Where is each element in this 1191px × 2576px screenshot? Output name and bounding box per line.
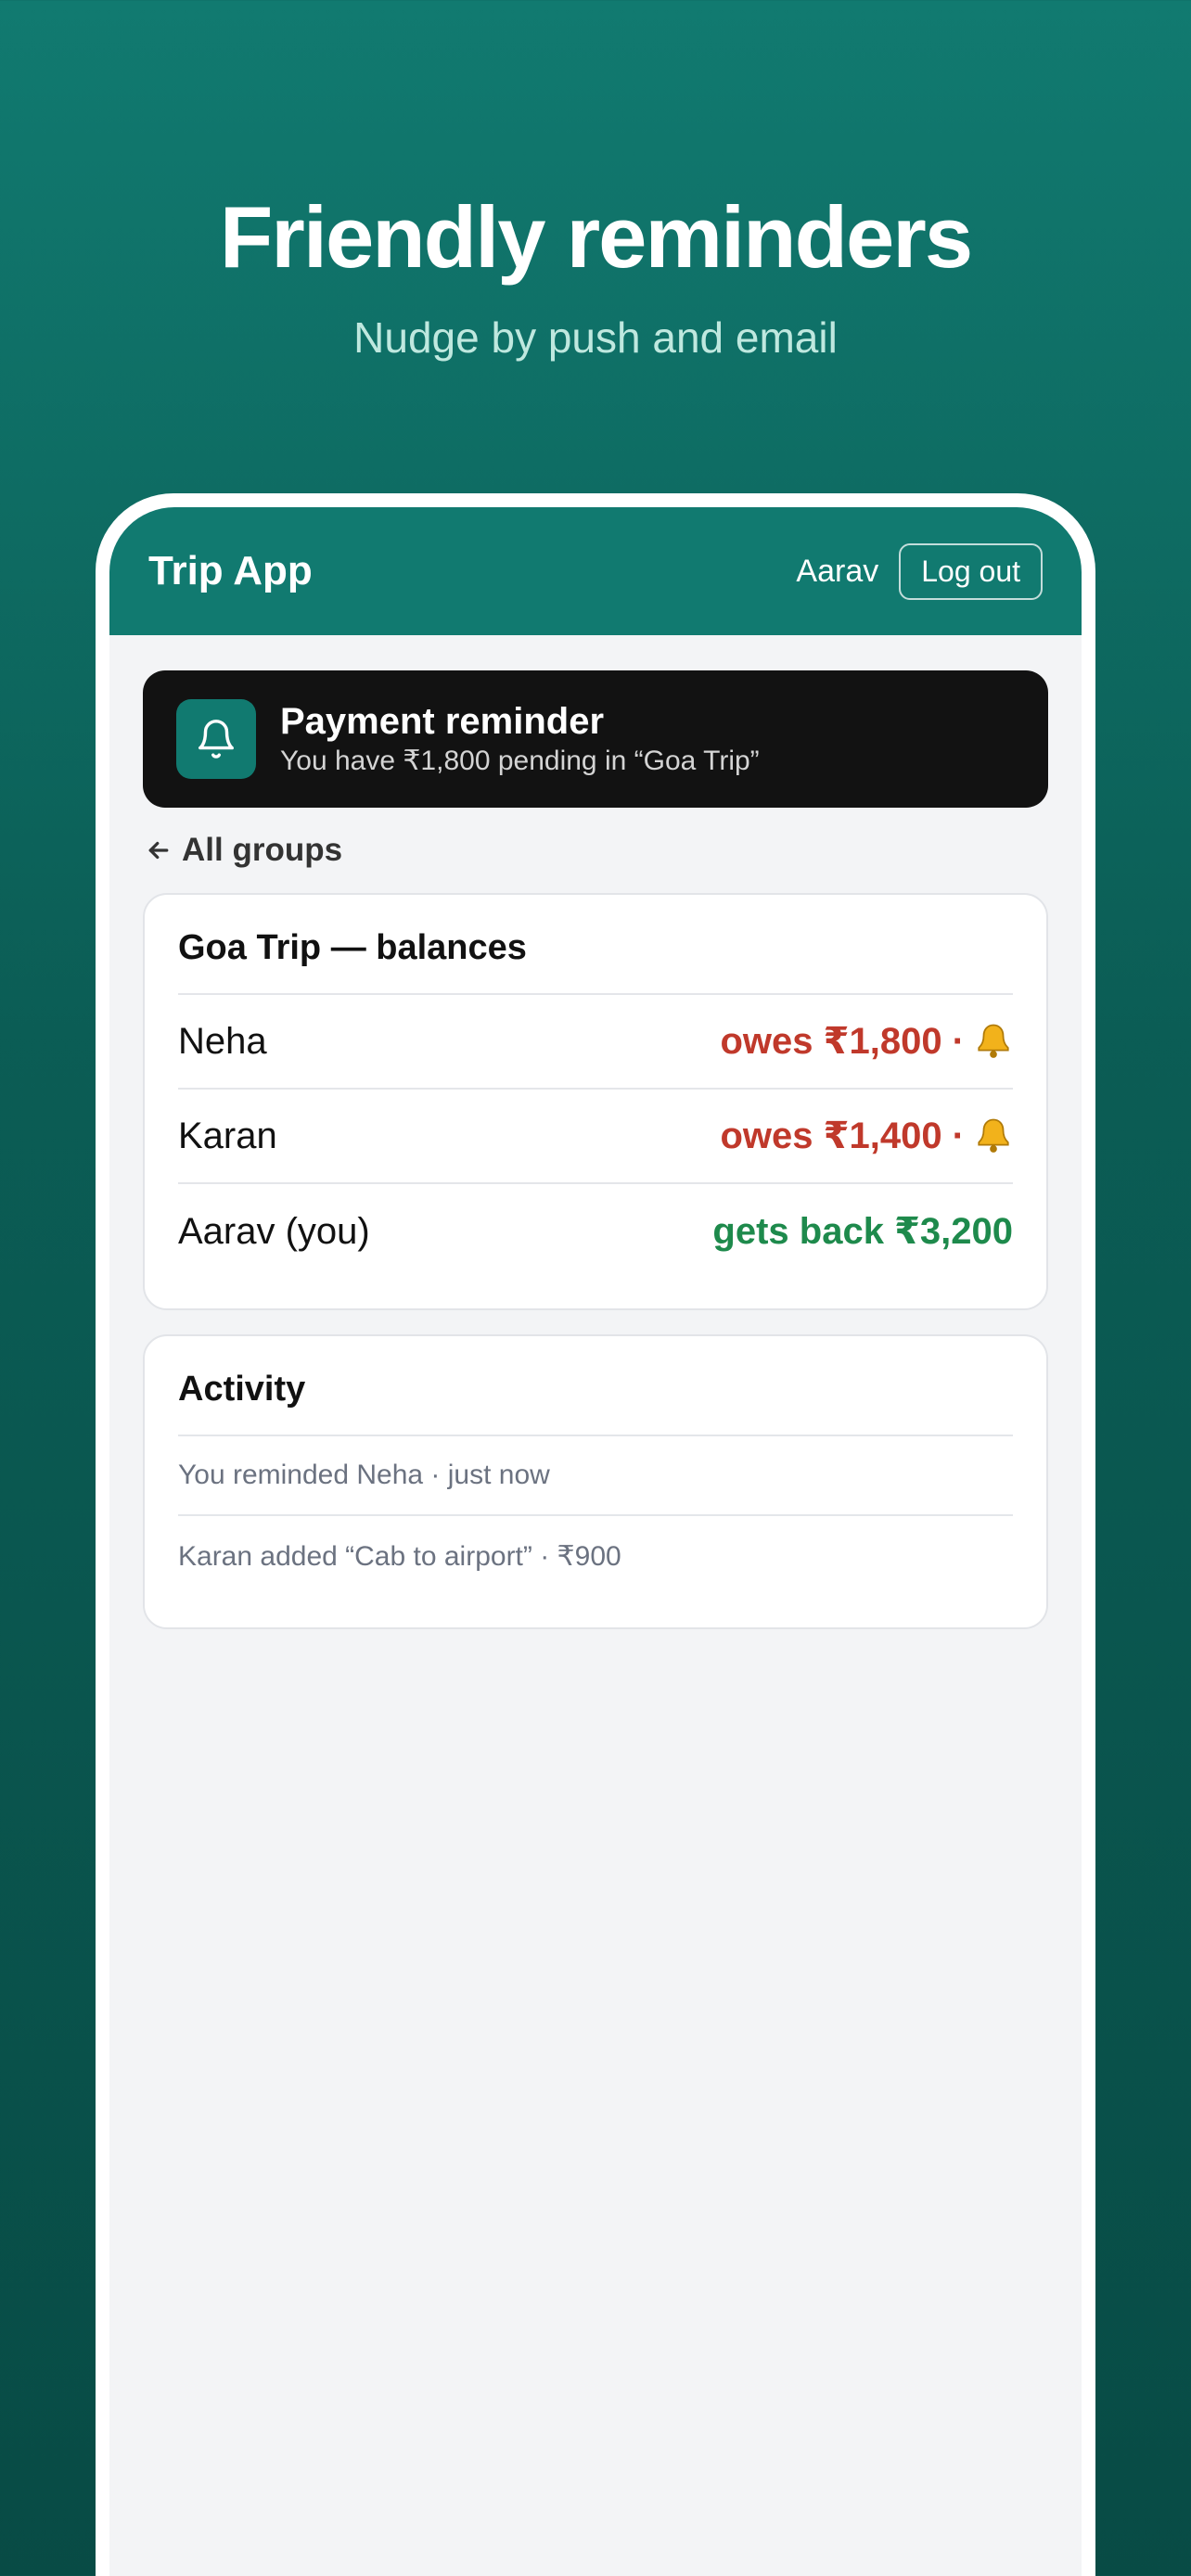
- activity-item: Karan added “Cab to airport” · ₹900: [178, 1540, 621, 1572]
- balances-card: Goa Trip — balances Neha owes ₹1,800 · K…: [143, 893, 1048, 1310]
- bell-icon[interactable]: [974, 1116, 1013, 1155]
- app-screen: Trip App Aarav Log out Payment reminder …: [109, 507, 1082, 2576]
- member-name: Aarav (you): [178, 1210, 370, 1252]
- balance-value: owes ₹1,800 ·: [720, 1020, 1013, 1063]
- notification-body: Payment reminder You have ₹1,800 pending…: [280, 699, 760, 779]
- balance-value: gets back ₹3,200: [712, 1211, 1013, 1252]
- balance-value: owes ₹1,400 ·: [720, 1115, 1013, 1157]
- balance-row: Neha owes ₹1,800 ·: [178, 995, 1013, 1090]
- member-name: Karan: [178, 1115, 277, 1156]
- balance-row: Aarav (you) gets back ₹3,200: [178, 1184, 1013, 1279]
- device-frame: Trip App Aarav Log out Payment reminder …: [96, 493, 1095, 2576]
- activity-title: Activity: [178, 1336, 1013, 1436]
- activity-item: You reminded Neha · just now: [178, 1436, 1013, 1516]
- activity-card: Activity You reminded Neha · just now Ka…: [143, 1334, 1048, 1629]
- notification-text: You have ₹1,800 pending in “Goa Trip”: [280, 746, 760, 776]
- member-name: Neha: [178, 1020, 267, 1062]
- payment-reminder-notification[interactable]: Payment reminder You have ₹1,800 pending…: [143, 670, 1048, 808]
- logout-button[interactable]: Log out: [899, 542, 1043, 600]
- app-title: Trip App: [148, 548, 313, 593]
- bell-icon: [176, 699, 256, 779]
- arrow-left-icon: [148, 841, 169, 860]
- app-bar: Trip App Aarav Log out: [109, 507, 1082, 635]
- user-name: Aarav: [796, 553, 879, 589]
- back-link-label: All groups: [182, 832, 343, 868]
- back-to-all-groups-link[interactable]: All groups: [145, 832, 342, 869]
- balances-title: Goa Trip — balances: [178, 895, 1013, 995]
- hero-title: Friendly reminders: [219, 188, 973, 286]
- balance-row: Karan owes ₹1,400 ·: [178, 1090, 1013, 1184]
- notification-title: Payment reminder: [280, 701, 605, 742]
- bell-icon[interactable]: [974, 1022, 1013, 1061]
- hero-subtitle: Nudge by push and email: [353, 313, 838, 362]
